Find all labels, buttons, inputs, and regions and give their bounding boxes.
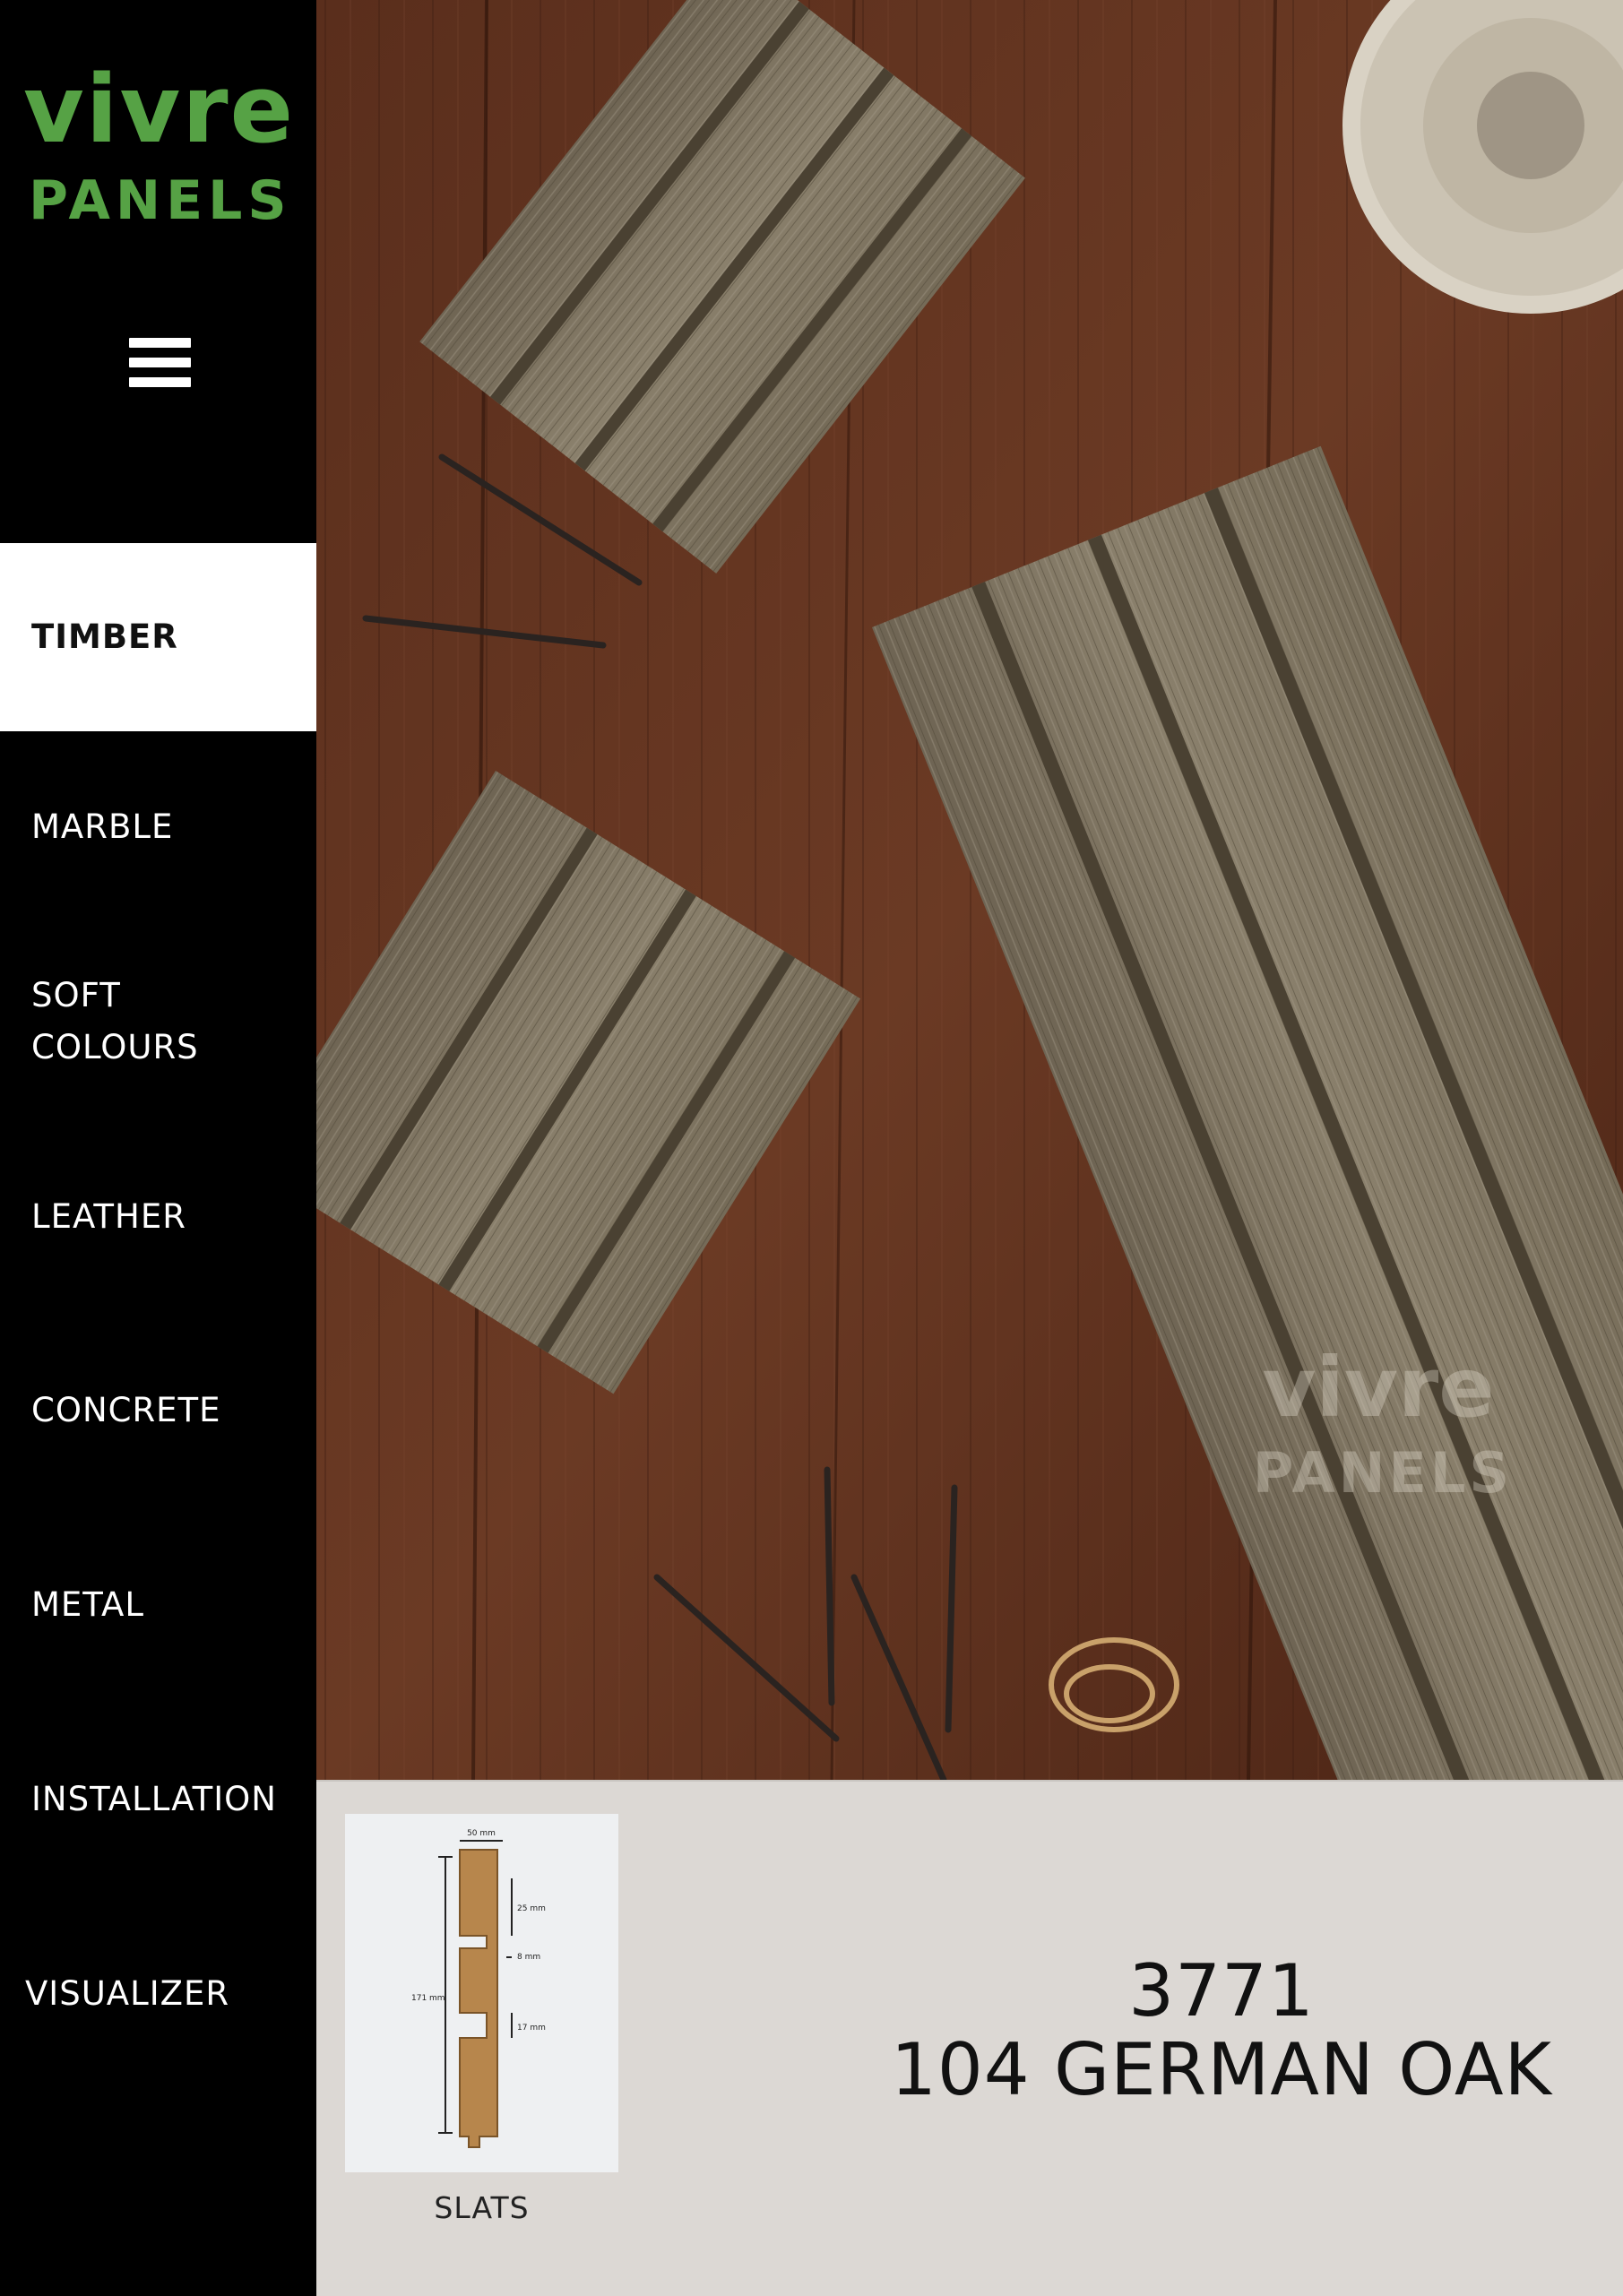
nav-label: MARBLE [31, 807, 174, 846]
profile-diagram[interactable]: 50 mm 25 mm 8 mm 17 mm 171 mm [345, 1814, 618, 2172]
nav-item-concrete[interactable]: CONCRETE [0, 1372, 316, 1451]
hero-photo: vivre PANELS [316, 0, 1623, 1780]
svg-text:25 mm: 25 mm [517, 1904, 546, 1913]
nav-item-installation[interactable]: INSTALLATION [0, 1761, 316, 1840]
product-info-panel: 50 mm 25 mm 8 mm 17 mm 171 mm SLATS 3771… [316, 1780, 1623, 2296]
nav-item-visualizer[interactable]: VISUALIZER [0, 1955, 316, 2034]
svg-text:vivre: vivre [1262, 1340, 1494, 1436]
nav-item-timber[interactable]: TIMBER [0, 543, 316, 731]
hero-photo-graphic: vivre PANELS [316, 0, 1623, 1780]
svg-text:17 mm: 17 mm [517, 2024, 546, 2033]
nav-label: INSTALLATION [31, 1780, 277, 1818]
product-title: 3771 104 GERMAN OAK [818, 1952, 1623, 2110]
sidebar: vivre PANELS TIMBER MARBLE SOFT COLOURS … [0, 0, 316, 2294]
nav-label: VISUALIZER [25, 1974, 230, 2013]
brand-logo[interactable]: vivre PANELS [23, 55, 296, 242]
logo-word-panels: PANELS [29, 169, 292, 232]
watermark: vivre PANELS [1253, 1340, 1513, 1506]
product-name: 104 GERMAN OAK [890, 2028, 1553, 2111]
nav-label: LEATHER [31, 1197, 186, 1236]
slat-profile-graphic: 50 mm 25 mm 8 mm 17 mm 171 mm [345, 1814, 618, 2172]
nav-label: SOFT COLOURS [31, 976, 199, 1066]
nav-label: METAL [31, 1585, 144, 1624]
nav-item-marble[interactable]: MARBLE [0, 789, 316, 867]
hamburger-icon[interactable] [129, 338, 191, 388]
svg-text:8 mm: 8 mm [517, 1953, 540, 1962]
product-code: 3771 [1128, 1949, 1315, 2033]
nav-label: CONCRETE [31, 1391, 221, 1429]
nav-item-leather[interactable]: LEATHER [0, 1178, 316, 1257]
svg-text:50 mm: 50 mm [467, 1829, 496, 1838]
nav-item-soft-colours[interactable]: SOFT COLOURS [0, 966, 316, 1083]
nav-label: TIMBER [31, 617, 178, 656]
svg-text:PANELS: PANELS [1253, 1440, 1513, 1506]
profile-caption: SLATS [434, 2190, 530, 2225]
svg-text:171 mm: 171 mm [411, 1994, 445, 2003]
logo-word-vivre: vivre [23, 55, 296, 164]
nav-item-metal[interactable]: METAL [0, 1567, 316, 1645]
